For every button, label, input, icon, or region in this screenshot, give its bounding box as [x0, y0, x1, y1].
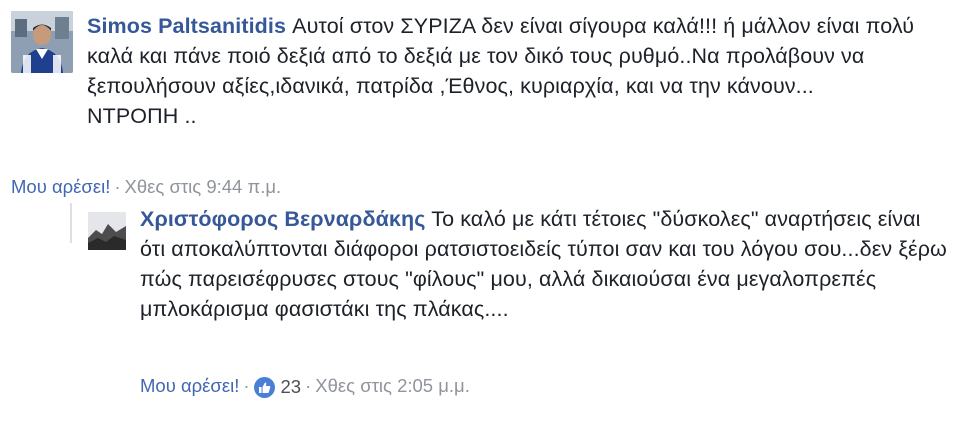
reply-actions: Μου αρέσει! · 23 · Χθες στις 2:05 μ.μ. — [140, 374, 470, 399]
reply-author-link[interactable]: Χριστόφορος Βερναρδάκης — [140, 207, 426, 231]
reply-avatar-photo — [88, 212, 126, 250]
comment-text-block: Simos Paltsanitidis Αυτοί στον ΣΥΡΙΖΑ δε… — [87, 11, 945, 131]
reply-timestamp[interactable]: Χθες στις 2:05 μ.μ. — [315, 375, 470, 396]
comment-actions: Μου αρέσει! · Χθες στις 9:44 π.μ. — [11, 175, 281, 199]
comment-timestamp[interactable]: Χθες στις 9:44 π.μ. — [125, 176, 282, 197]
avatar[interactable] — [11, 11, 73, 73]
reply-like-button[interactable]: Μου αρέσει! — [140, 375, 239, 396]
reaction-count[interactable]: 23 — [253, 375, 302, 399]
comment-author-link[interactable]: Simos Paltsanitidis — [87, 14, 286, 38]
comment-text-line: ΝΤΡΟΠΗ .. — [87, 104, 197, 128]
reply-text-block: Χριστόφορος Βερναρδάκης Το καλό με κάτι … — [140, 204, 948, 324]
avatar-photo — [11, 11, 73, 73]
reply-thread-line — [70, 203, 72, 243]
reply-avatar[interactable] — [88, 212, 126, 250]
separator-dot: · — [243, 375, 250, 396]
separator-dot: · — [305, 375, 312, 396]
separator-dot: · — [114, 176, 121, 197]
thumbs-up-reaction-icon — [253, 376, 275, 398]
like-button[interactable]: Μου αρέσει! — [11, 176, 110, 197]
reaction-count-number: 23 — [280, 376, 302, 398]
comment-body: Simos Paltsanitidis Αυτοί στον ΣΥΡΙΖΑ δε… — [87, 11, 945, 131]
reply-body: Χριστόφορος Βερναρδάκης Το καλό με κάτι … — [140, 204, 948, 398]
comment-thread: Simos Paltsanitidis Αυτοί στον ΣΥΡΙΖΑ δε… — [0, 0, 960, 435]
